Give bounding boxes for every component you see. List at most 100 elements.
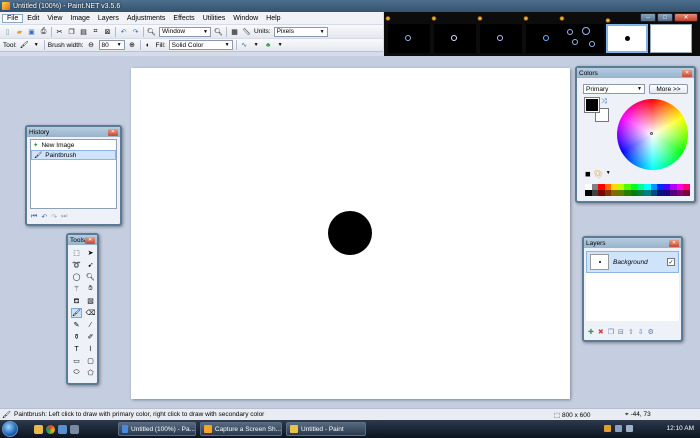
rectangle-select-icon[interactable]: ⬚ xyxy=(71,248,82,258)
rectangle-icon[interactable]: ▭ xyxy=(71,356,82,366)
color-mode-dropdown[interactable]: Primary ▼ xyxy=(583,84,645,94)
layer-row-background[interactable]: Background ✓ xyxy=(586,251,679,273)
image-thumbnail-active[interactable]: ✹ xyxy=(605,18,648,53)
move-selected-icon[interactable]: ➤ xyxy=(85,248,96,258)
more-colors-button[interactable]: More >> xyxy=(649,84,688,94)
redo-icon[interactable]: ↷ xyxy=(131,27,140,36)
primary-color-swatch[interactable] xyxy=(584,97,600,113)
history-title-bar[interactable]: History ✕ xyxy=(27,127,120,137)
chevron-down-icon[interactable]: ▼ xyxy=(606,170,611,178)
text-icon[interactable]: T xyxy=(71,344,82,354)
paint-bucket-icon[interactable]: ⛾ xyxy=(71,296,82,306)
menu-image[interactable]: Image xyxy=(66,15,93,22)
menu-layers[interactable]: Layers xyxy=(94,15,123,22)
menu-view[interactable]: View xyxy=(43,15,66,22)
zoom-in-icon[interactable]: 🔍︎ xyxy=(214,27,223,36)
units-dropdown[interactable]: Pixels ▼ xyxy=(273,26,328,37)
crop-icon[interactable]: ⌗ xyxy=(91,27,100,36)
move-layer-down-icon[interactable]: ⇩ xyxy=(638,328,644,336)
image-thumbnail[interactable] xyxy=(650,24,692,53)
layers-title-bar[interactable]: Layers ✕ xyxy=(584,238,681,248)
close-icon[interactable]: ✕ xyxy=(85,236,95,244)
grid-icon[interactable]: ▦ xyxy=(230,27,239,36)
close-icon[interactable]: ✕ xyxy=(669,239,679,247)
reset-colors-icon[interactable]: ◼ xyxy=(585,170,591,178)
image-thumbnail[interactable]: ✹ xyxy=(431,16,476,53)
save-icon[interactable]: ▣ xyxy=(27,27,36,36)
delete-layer-icon[interactable]: ✖ xyxy=(598,328,604,336)
brush-width-dropdown[interactable]: 80 ▼ xyxy=(98,40,125,50)
minimize-button[interactable]: – xyxy=(640,13,656,22)
zoom-dropdown[interactable]: Window ▼ xyxy=(159,26,211,37)
chevron-down-icon[interactable]: ▼ xyxy=(276,41,285,50)
colors-title-bar[interactable]: Colors ✕ xyxy=(577,68,694,78)
step-forward-icon[interactable]: ↷ xyxy=(51,213,57,221)
clone-stamp-icon[interactable]: ⚱ xyxy=(71,332,82,342)
copy-icon[interactable]: ❐ xyxy=(67,27,76,36)
history-item-paintbrush[interactable]: 🖌︎ Paintbrush xyxy=(31,150,116,160)
rounded-rectangle-icon[interactable]: ▢ xyxy=(85,356,96,366)
gradient-icon[interactable]: ▧ xyxy=(85,296,96,306)
blend-mode-icon[interactable]: ♣ xyxy=(264,41,273,50)
maximize-button[interactable]: □ xyxy=(657,13,673,22)
ellipse-select-icon[interactable]: ◯ xyxy=(71,272,82,282)
history-item-new-image[interactable]: ✦ New Image xyxy=(31,140,116,150)
show-desktop-icon[interactable] xyxy=(70,424,79,434)
chrome-icon[interactable] xyxy=(46,424,55,434)
taskbar-button-capture[interactable]: Capture a Screen Sh... xyxy=(200,422,282,436)
line-curve-icon[interactable]: ⌇ xyxy=(85,344,96,354)
eraser-icon[interactable]: ⌫ xyxy=(85,308,96,318)
image-thumbnail[interactable]: ✹ xyxy=(559,16,604,53)
fill-dropdown[interactable]: Solid Color ▼ xyxy=(168,40,233,50)
undo-icon[interactable]: ↶ xyxy=(119,27,128,36)
antialias-icon[interactable]: ◐ xyxy=(144,41,153,50)
menu-effects[interactable]: Effects xyxy=(169,15,198,22)
close-window-button[interactable]: ✕ xyxy=(674,13,698,22)
layer-properties-icon[interactable]: ⚙ xyxy=(648,328,654,336)
menu-utilities[interactable]: Utilities xyxy=(199,15,230,22)
media-icon[interactable] xyxy=(58,424,67,434)
zoom-tool-icon[interactable]: 🔍︎ xyxy=(85,272,96,282)
chevron-down-icon[interactable]: ▼ xyxy=(252,41,261,50)
color-wheel[interactable] xyxy=(617,99,688,170)
volume-icon[interactable] xyxy=(626,425,633,432)
image-thumbnail[interactable]: ✹ xyxy=(477,16,522,53)
taskbar-button-paintnet[interactable]: Untitled (100%) - Pa... xyxy=(118,422,196,436)
recolor-icon[interactable]: ✐ xyxy=(85,332,96,342)
fast-forward-icon[interactable]: ⏭ xyxy=(61,213,67,221)
move-selection-icon[interactable]: ➹ xyxy=(85,260,96,270)
pan-icon[interactable]: ✋︎ xyxy=(85,284,96,294)
palette-menu-icon[interactable]: 🎨︎ xyxy=(594,170,603,178)
menu-adjustments[interactable]: Adjustments xyxy=(123,15,170,22)
image-thumbnail[interactable]: ✹ xyxy=(385,16,430,53)
ellipse-icon[interactable]: ⬭ xyxy=(71,368,82,378)
rewind-icon[interactable]: ⏮ xyxy=(31,213,37,221)
explorer-icon[interactable] xyxy=(34,424,43,434)
magic-wand-icon[interactable]: ⚚ xyxy=(71,284,82,294)
tools-title-bar[interactable]: Tools ✕ xyxy=(68,235,97,245)
cut-icon[interactable]: ✂ xyxy=(55,27,64,36)
layer-visibility-checkbox[interactable]: ✓ xyxy=(667,258,675,266)
swap-colors-icon[interactable]: ⤨ xyxy=(601,98,607,106)
duplicate-layer-icon[interactable]: ❐ xyxy=(608,328,614,336)
paintbrush-tool-icon[interactable]: 🖌︎ xyxy=(20,41,29,50)
close-icon[interactable]: ✕ xyxy=(682,69,692,77)
paintbrush-tool-icon[interactable]: 🖌︎ xyxy=(71,308,82,318)
close-icon[interactable]: ✕ xyxy=(108,128,118,136)
menu-edit[interactable]: Edit xyxy=(23,15,43,22)
palette-swatch[interactable] xyxy=(683,190,690,196)
freeform-shape-icon[interactable]: ⬠ xyxy=(85,368,96,378)
new-file-icon[interactable]: ▯ xyxy=(3,27,12,36)
deselect-icon[interactable]: ⊠ xyxy=(103,27,112,36)
merge-layer-icon[interactable]: ⊟ xyxy=(618,328,624,336)
pencil-icon[interactable]: ✎ xyxy=(71,320,82,330)
print-icon[interactable]: ⎙ xyxy=(39,27,48,36)
tray-app-icon[interactable] xyxy=(604,425,611,432)
menu-help[interactable]: Help xyxy=(262,15,284,22)
decrease-width-icon[interactable]: ⊖ xyxy=(87,41,96,50)
image-canvas[interactable] xyxy=(131,68,570,399)
move-layer-up-icon[interactable]: ⇧ xyxy=(628,328,634,336)
step-back-icon[interactable]: ↶ xyxy=(41,213,47,221)
chevron-down-icon[interactable]: ▼ xyxy=(32,41,41,50)
paste-icon[interactable]: ▤ xyxy=(79,27,88,36)
